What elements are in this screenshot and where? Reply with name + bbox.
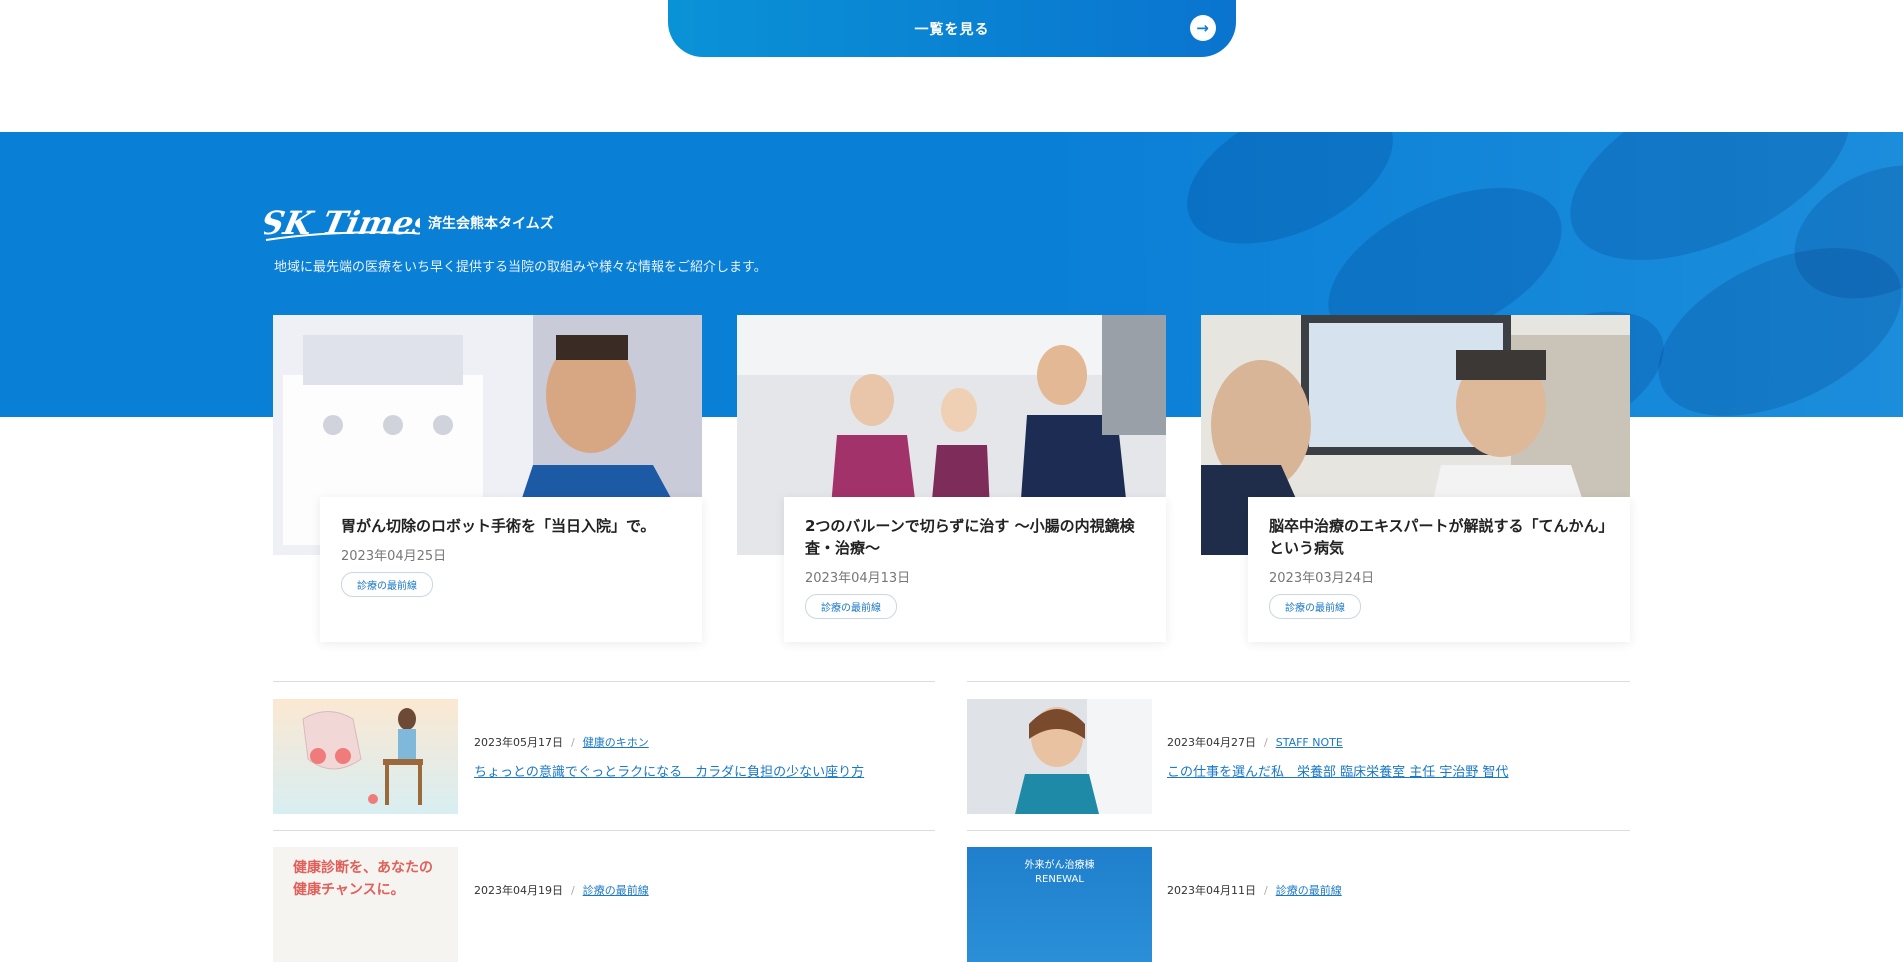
featured-card-date: 2023年04月13日 [805, 571, 911, 586]
article-date: 2023年04月27日 [1167, 736, 1256, 749]
top-section: 一覧を見る → [0, 0, 1903, 132]
sk-times-subtitle: 済生会熊本タイムズ [428, 216, 554, 232]
article-thumb-text: 健康診断を、あなたの健康チャンスに。 [293, 860, 433, 898]
article-date: 2023年04月11日 [1167, 884, 1256, 897]
featured-card-1[interactable]: 胃がん切除のロボット手術を「当日入院」で。 2023年04月25日 診療の最前線 [320, 497, 702, 642]
sk-times-description: 地域に最先端の医療をいち早く提供する当院の取組みや様々な情報をご紹介します。 [274, 260, 767, 275]
article-category[interactable]: 診療の最前線 [583, 884, 649, 897]
featured-card-title[interactable]: 脳卒中治療のエキスパートが解説する「てんかん」という病気 [1269, 515, 1610, 559]
article-meta: 2023年04月11日 / 診療の最前線 [1167, 884, 1342, 897]
featured-card-date: 2023年03月24日 [1269, 571, 1375, 586]
article-thumb-renewal[interactable]: 外来がん治療棟 RENEWAL [967, 847, 1152, 962]
featured-card-tag[interactable]: 診療の最前線 [805, 594, 897, 619]
article-category[interactable]: STAFF NOTE [1276, 736, 1343, 749]
article-thumb-sitting[interactable] [273, 699, 458, 814]
featured-card-tag[interactable]: 診療の最前線 [1269, 594, 1361, 619]
view-all-button[interactable]: 一覧を見る → [668, 0, 1236, 57]
featured-card-2[interactable]: 2つのバルーンで切らずに治す ～小腸の内視鏡検査・治療～ 2023年04月13日… [784, 497, 1166, 642]
divider [967, 681, 1630, 682]
divider [273, 681, 935, 682]
article-meta: 2023年04月27日 / STAFF NOTE [1167, 736, 1343, 749]
featured-card-title[interactable]: 2つのバルーンで切らずに治す ～小腸の内視鏡検査・治療～ [805, 515, 1146, 559]
divider [273, 830, 935, 831]
sk-times-logo: SK Times [264, 204, 420, 242]
divider [967, 830, 1630, 831]
view-all-label: 一覧を見る [914, 21, 990, 38]
article-title[interactable]: この仕事を選んだ私 栄養部 臨床栄養室 主任 宇治野 智代 [1167, 761, 1509, 780]
article-category[interactable]: 健康のキホン [583, 736, 649, 749]
featured-card-title[interactable]: 胃がん切除のロボット手術を「当日入院」で。 [341, 515, 682, 537]
article-date: 2023年05月17日 [474, 736, 563, 749]
article-meta: 2023年04月19日 / 診療の最前線 [474, 884, 649, 897]
arrow-right-icon: → [1190, 15, 1216, 41]
article-date: 2023年04月19日 [474, 884, 563, 897]
article-thumb-staff[interactable] [967, 699, 1152, 814]
article-thumb-checkup[interactable]: 健康診断を、あなたの健康チャンスに。 [273, 847, 458, 962]
article-meta: 2023年05月17日 / 健康のキホン [474, 736, 649, 749]
article-title[interactable]: ちょっとの意識でぐっとラクになる カラダに負担の少ない座り方 [474, 761, 864, 780]
featured-card-date: 2023年04月25日 [341, 549, 447, 564]
featured-card-tag[interactable]: 診療の最前線 [341, 572, 433, 597]
article-thumb-text: 外来がん治療棟 RENEWAL [1024, 860, 1095, 885]
article-category[interactable]: 診療の最前線 [1276, 884, 1342, 897]
featured-card-3[interactable]: 脳卒中治療のエキスパートが解説する「てんかん」という病気 2023年03月24日… [1248, 497, 1630, 642]
